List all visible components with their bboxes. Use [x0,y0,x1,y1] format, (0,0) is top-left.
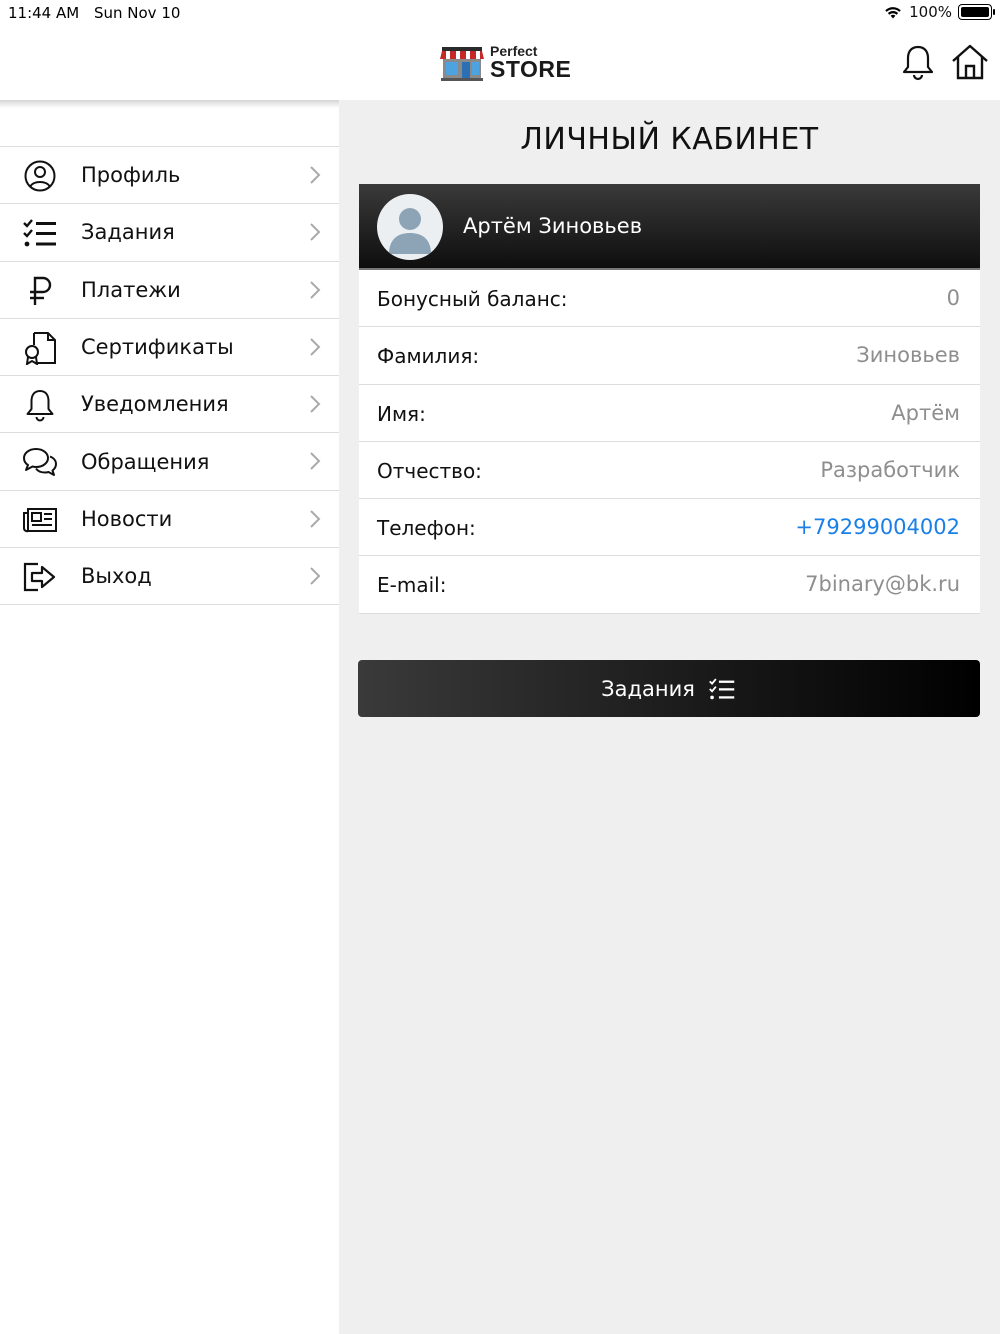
battery-icon [958,4,995,20]
top-navigation-bar: Perfect STORE [0,26,1000,100]
field-value: Артём [891,400,960,425]
chevron-right-icon [310,452,321,471]
field-row-name: Имя: Артём [359,385,980,442]
sidebar-item-logout[interactable]: Выход [0,548,339,606]
field-row-patronymic: Отчество: Разработчик [359,442,980,500]
bell-icon [26,390,54,422]
sidebar: Профиль Задания Платежи Сертификаты Увед… [0,100,339,1334]
sidebar-item-notifications[interactable]: Уведомления [0,376,339,434]
chevron-right-icon [310,567,321,585]
status-right: 100% [883,3,995,21]
field-row-phone: Телефон: +79299004002 [359,499,980,557]
chevron-right-icon [310,338,321,356]
user-circle-icon [24,160,56,192]
avatar[interactable] [377,194,443,260]
perfect-store-logo[interactable]: Perfect STORE [440,44,571,81]
sidebar-item-label: Обращения [81,449,210,474]
sidebar-item-profile[interactable]: Профиль [0,147,339,205]
home-icon[interactable] [950,42,990,82]
status-bar: 11:44 AM Sun Nov 10 100% [0,0,1000,26]
field-value: Зиновьев [856,343,960,368]
main-content: ЛИЧНЫЙ КАБИНЕТ Артём Зиновьев Бонусный б… [339,100,1000,1334]
chevron-right-icon [310,166,321,184]
sidebar-item-payments[interactable]: Платежи [0,262,339,319]
bell-icon[interactable] [898,42,938,82]
field-row-bonus: Бонусный баланс: 0 [359,270,980,328]
sidebar-item-label: Выход [81,564,152,589]
chevron-right-icon [310,280,321,299]
field-value: 7binary@bk.ru [805,572,960,597]
chevron-right-icon [310,395,321,413]
ruble-icon [30,276,52,305]
tasks-button[interactable]: Задания [358,660,980,717]
battery-percent: 100% [909,3,952,21]
sidebar-item-label: Новости [81,506,173,531]
status-date: Sun Nov 10 [93,4,181,22]
sidebar-item-label: Задания [81,220,175,245]
field-row-surname: Фамилия: Зиновьев [359,327,980,385]
field-row-email: E-mail: 7binary@bk.ru [359,556,980,614]
sidebar-item-label: Профиль [81,163,181,188]
phone-link[interactable]: +79299004002 [795,515,960,539]
sidebar-menu: Профиль Задания Платежи Сертификаты Увед… [0,146,339,606]
profile-card: Артём Зиновьев Бонусный баланс: 0 Фамили… [359,184,980,614]
battery-fill [961,7,989,17]
sidebar-item-label: Сертификаты [81,335,234,360]
newspaper-icon [23,507,57,532]
field-label: Бонусный баланс: [377,287,568,311]
checklist-icon [708,677,735,699]
sidebar-item-news[interactable]: Новости [0,491,339,549]
logo-text-big: STORE [490,56,572,82]
sidebar-item-label: Уведомления [81,392,229,417]
store-front-icon [440,46,484,81]
sidebar-top-shadow [0,100,339,108]
logout-icon [23,562,56,592]
user-full-name: Артём Зиновьев [463,214,643,238]
sidebar-item-tasks[interactable]: Задания [0,204,339,262]
field-label: Отчество: [377,458,482,483]
field-label: Имя: [377,401,426,426]
status-time: 11:44 AM [8,4,80,22]
profile-card-header: Артём Зиновьев [359,184,980,270]
sidebar-item-certificates[interactable]: Сертификаты [0,319,339,377]
page-title: ЛИЧНЫЙ КАБИНЕТ [520,122,819,157]
field-label: Фамилия: [377,344,480,369]
field-value: Разработчик [820,457,960,482]
field-label: Телефон: [377,516,476,541]
sidebar-item-label: Платежи [81,277,181,302]
chevron-right-icon [310,223,321,242]
wifi-icon [885,7,901,19]
chevron-right-icon [310,510,321,528]
tasks-button-label: Задания [601,676,695,701]
checklist-icon [23,219,56,247]
status-time-date: 11:44 AM Sun Nov 10 [8,4,180,22]
field-label: E-mail: [377,573,447,598]
user-silhouette-icon [389,208,431,254]
certificate-icon [25,331,56,365]
sidebar-item-requests[interactable]: Обращения [0,433,339,491]
chat-bubbles-icon [23,448,57,477]
field-value: 0 [946,286,960,310]
